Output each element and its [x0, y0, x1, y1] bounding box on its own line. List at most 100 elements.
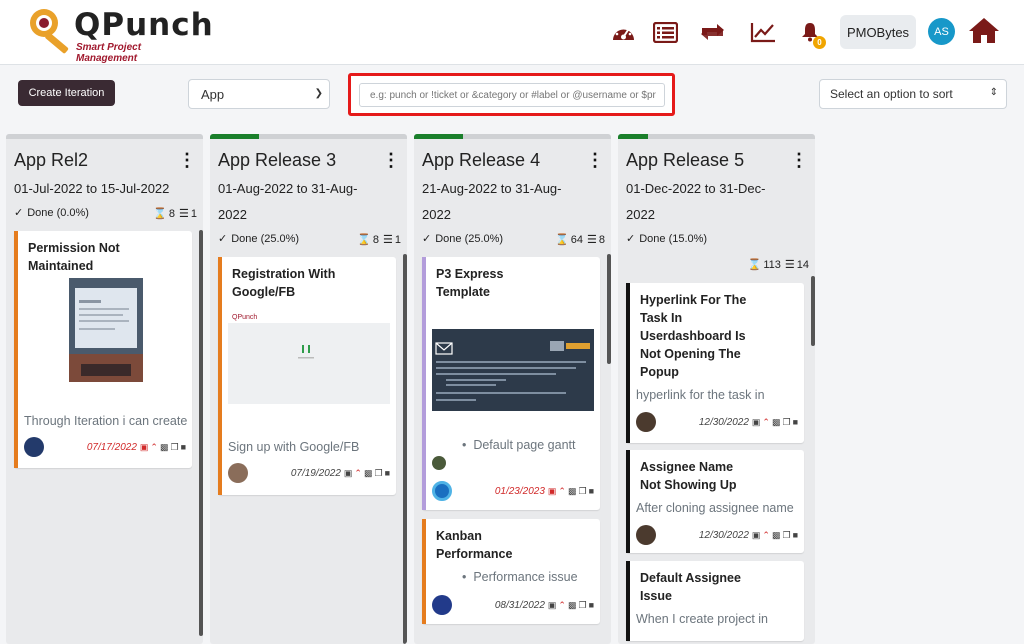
card-image[interactable]: QPunch: [228, 309, 390, 404]
task-card[interactable]: Registration With Google/FB QPunch Sign u…: [218, 257, 396, 495]
priority-up-icon[interactable]: ⌃: [354, 468, 362, 479]
column-scrollbar[interactable]: [199, 230, 203, 636]
trash-icon[interactable]: ■: [589, 600, 594, 611]
assignee-avatar[interactable]: [432, 481, 452, 501]
calendar-icon[interactable]: ▣: [344, 468, 353, 479]
calendar-icon[interactable]: ▣: [752, 530, 761, 541]
trash-icon[interactable]: ■: [385, 468, 390, 479]
calendar-icon[interactable]: ▣: [548, 486, 557, 497]
column-scrollbar[interactable]: [811, 276, 815, 346]
task-card[interactable]: P3 Express Template • Default page gantt …: [422, 257, 600, 510]
column-dates: 01-Jul-2022 to 15-Jul-2022: [14, 181, 170, 196]
copy-icon[interactable]: ❐: [170, 442, 178, 453]
app-select[interactable]: App ❯: [188, 79, 330, 109]
archive-icon[interactable]: ▩: [364, 468, 373, 479]
priority-up-icon[interactable]: ⌃: [150, 442, 158, 453]
card-footer: 07/17/2022 ▣ ⌃ ▩ ❐ ■: [24, 436, 186, 458]
archive-icon[interactable]: ▩: [568, 600, 577, 611]
assignee-avatar[interactable]: [636, 412, 656, 432]
chart-icon[interactable]: [750, 18, 776, 46]
create-iteration-button[interactable]: Create Iteration: [18, 80, 115, 106]
hourglass-icon: ⌛: [555, 234, 569, 246]
user-avatar[interactable]: AS: [928, 18, 955, 45]
search-highlight-box: [348, 73, 675, 116]
tasks-icon: ☰: [179, 208, 189, 220]
kebab-menu-icon[interactable]: ⋮: [382, 150, 400, 171]
column-scrollbar[interactable]: [403, 254, 407, 644]
progress-bar: [414, 134, 611, 139]
brand-title: QPunch: [74, 7, 214, 43]
card-image[interactable]: [432, 329, 594, 411]
trash-icon[interactable]: ■: [181, 442, 186, 453]
priority-up-icon[interactable]: ⌃: [558, 486, 566, 497]
column-dates: 01-Dec-2022 to 31-Dec- 2022: [626, 181, 766, 222]
done-status: ✓ Done (25.0%): [422, 232, 504, 246]
check-circle-icon: ✓: [626, 233, 636, 245]
column-title[interactable]: App Release 4: [422, 150, 540, 171]
card-stripe: [626, 450, 630, 553]
priority-up-icon[interactable]: ⌃: [762, 417, 770, 428]
archive-icon[interactable]: ▩: [772, 417, 781, 428]
task-card[interactable]: Kanban Performance • Performance issue 08…: [422, 519, 600, 624]
card-stripe: [422, 257, 426, 510]
iteration-column: App Rel2 ⋮ 01-Jul-2022 to 15-Jul-2022 ✓ D…: [6, 134, 203, 644]
archive-icon[interactable]: ▩: [568, 486, 577, 497]
column-scrollbar[interactable]: [607, 254, 611, 364]
updown-chevron-icon: ⇕: [989, 87, 998, 98]
column-counts: ⌛ 8 ☰ 1: [153, 207, 197, 221]
card-footer: 07/19/2022 ▣ ⌃ ▩ ❐ ■: [228, 462, 390, 484]
copy-icon[interactable]: ❐: [374, 468, 382, 479]
hours-count: 64: [570, 233, 583, 246]
copy-icon[interactable]: ❐: [578, 486, 586, 497]
trash-icon[interactable]: ■: [793, 417, 798, 428]
copy-icon[interactable]: ❐: [782, 530, 790, 541]
copy-icon[interactable]: ❐: [578, 600, 586, 611]
task-card[interactable]: Hyperlink For The Task In Userdashboard Is…: [626, 283, 804, 443]
home-icon[interactable]: [968, 16, 1000, 44]
kebab-menu-icon[interactable]: ⋮: [790, 150, 808, 171]
assignee-avatar-small[interactable]: [432, 456, 446, 470]
archive-icon[interactable]: ▩: [772, 530, 781, 541]
kebab-menu-icon[interactable]: ⋮: [178, 150, 196, 171]
priority-up-icon[interactable]: ⌃: [762, 530, 770, 541]
assignee-avatar[interactable]: [432, 595, 452, 615]
task-card[interactable]: Assignee Name Not Showing Up After clonin…: [626, 450, 804, 553]
assignee-avatar[interactable]: [636, 525, 656, 545]
due-date: 07/19/2022: [290, 467, 341, 479]
tasks-icon: ☰: [383, 234, 393, 246]
sync-icon[interactable]: [698, 18, 726, 46]
assignee-avatar[interactable]: [228, 463, 248, 483]
archive-icon[interactable]: ▩: [160, 442, 169, 453]
brand-logo[interactable]: QPunch Smart Project Management: [24, 5, 213, 64]
sort-select[interactable]: Select an option to sort ⇕: [819, 79, 1007, 109]
trash-icon[interactable]: ■: [793, 530, 798, 541]
task-card[interactable]: Permission Not Maintained Through Iterati…: [14, 231, 192, 468]
workspace-button[interactable]: PMOBytes: [840, 15, 916, 49]
column-counts: ⌛ 64 ☰ 8: [555, 233, 605, 247]
task-card[interactable]: Default Assignee Issue When I create proj…: [626, 561, 804, 641]
hourglass-icon: ⌛: [747, 259, 762, 271]
column-title[interactable]: App Release 3: [218, 150, 336, 171]
priority-up-icon[interactable]: ⌃: [558, 600, 566, 611]
dashboard-icon[interactable]: [610, 18, 636, 46]
column-title[interactable]: App Rel2: [14, 150, 88, 171]
copy-icon[interactable]: ❐: [782, 417, 790, 428]
search-input[interactable]: [359, 83, 665, 107]
calendar-icon[interactable]: ▣: [140, 442, 149, 453]
chevron-down-icon: ❯: [314, 88, 323, 99]
progress-bar: [6, 134, 203, 139]
due-date: 12/30/2022: [698, 529, 749, 541]
list-icon[interactable]: [652, 18, 678, 46]
kebab-menu-icon[interactable]: ⋮: [586, 150, 604, 171]
card-actions: ▣ ⌃ ▩ ❐ ■: [548, 486, 594, 497]
card-image[interactable]: [69, 278, 143, 382]
hours-count: 113: [763, 258, 781, 271]
calendar-icon[interactable]: ▣: [548, 600, 557, 611]
calendar-icon[interactable]: ▣: [752, 417, 761, 428]
done-label: Done (25.0%): [435, 232, 504, 245]
tasks-icon: ☰: [784, 259, 795, 271]
card-title: Hyperlink For The Task In Userdashboard Is…: [640, 293, 747, 379]
assignee-avatar[interactable]: [24, 437, 44, 457]
trash-icon[interactable]: ■: [589, 486, 594, 497]
column-title[interactable]: App Release 5: [626, 150, 744, 171]
